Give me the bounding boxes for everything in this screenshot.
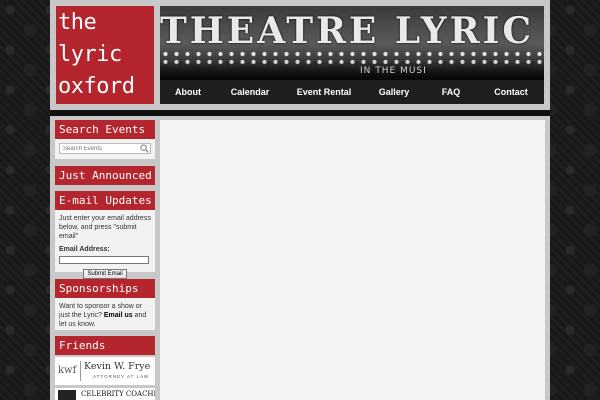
attorney-at-law: ATTORNEY AT LAW xyxy=(93,374,150,379)
email-instructions: Just enter your email address below, and… xyxy=(59,215,151,240)
sponsorships-box: Want to sponsor a show or just the Lyric… xyxy=(55,298,155,330)
banner-sub-text: IN THE MUSI xyxy=(360,66,427,76)
email-label: Email Address: xyxy=(59,246,110,253)
logo-line-2: lyric xyxy=(58,42,122,67)
nav-gallery[interactable]: Gallery xyxy=(364,87,424,97)
nav-about[interactable]: About xyxy=(160,87,216,97)
search-wrap xyxy=(59,143,151,154)
sponsorships-heading: Sponsorships xyxy=(55,279,155,298)
celebrity-coaches-mark xyxy=(58,390,76,400)
kwf-mark: kwf xyxy=(58,361,81,381)
header-banner-image: THEATRE LYRIC IN THE MUSI xyxy=(160,6,544,80)
friends-heading: Friends xyxy=(55,336,155,355)
main-content xyxy=(160,120,545,400)
submit-email-button[interactable]: Submit Email xyxy=(83,269,127,279)
header-divider xyxy=(50,110,550,116)
page-wrapper: the lyric oxford THEATRE LYRIC IN THE MU… xyxy=(50,0,550,400)
nav-calendar[interactable]: Calendar xyxy=(216,87,284,97)
kevin-frye-name: Kevin W. Frye xyxy=(84,361,151,372)
search-icon[interactable] xyxy=(140,144,149,153)
site-logo[interactable]: the lyric oxford xyxy=(56,6,154,104)
celebrity-coaches-name: CELEBRITY COACHES xyxy=(81,390,155,398)
logo-line-1: the xyxy=(58,10,97,35)
search-input[interactable] xyxy=(59,143,151,154)
email-field[interactable] xyxy=(59,256,149,264)
just-announced-heading[interactable]: Just Announced xyxy=(55,166,155,185)
main-nav: About Calendar Event Rental Gallery FAQ … xyxy=(160,80,544,104)
banner-shade xyxy=(160,60,544,80)
celebrity-coaches-logo[interactable]: CELEBRITY COACHES xyxy=(55,388,155,400)
email-updates-box: Just enter your email address below, and… xyxy=(55,210,155,279)
nav-contact[interactable]: Contact xyxy=(478,87,544,97)
email-us-link[interactable]: Email us xyxy=(104,312,133,319)
nav-faq[interactable]: FAQ xyxy=(424,87,478,97)
kevin-frye-logo[interactable]: kwf Kevin W. Frye ATTORNEY AT LAW xyxy=(55,357,155,385)
logo-line-3: oxford xyxy=(58,74,135,99)
search-events-box xyxy=(55,139,155,159)
banner-marquee-text: THEATRE LYRIC xyxy=(160,10,535,52)
search-events-heading: Search Events xyxy=(55,120,155,139)
nav-event-rental[interactable]: Event Rental xyxy=(284,87,364,97)
email-updates-heading: E-mail Updates xyxy=(55,191,155,210)
